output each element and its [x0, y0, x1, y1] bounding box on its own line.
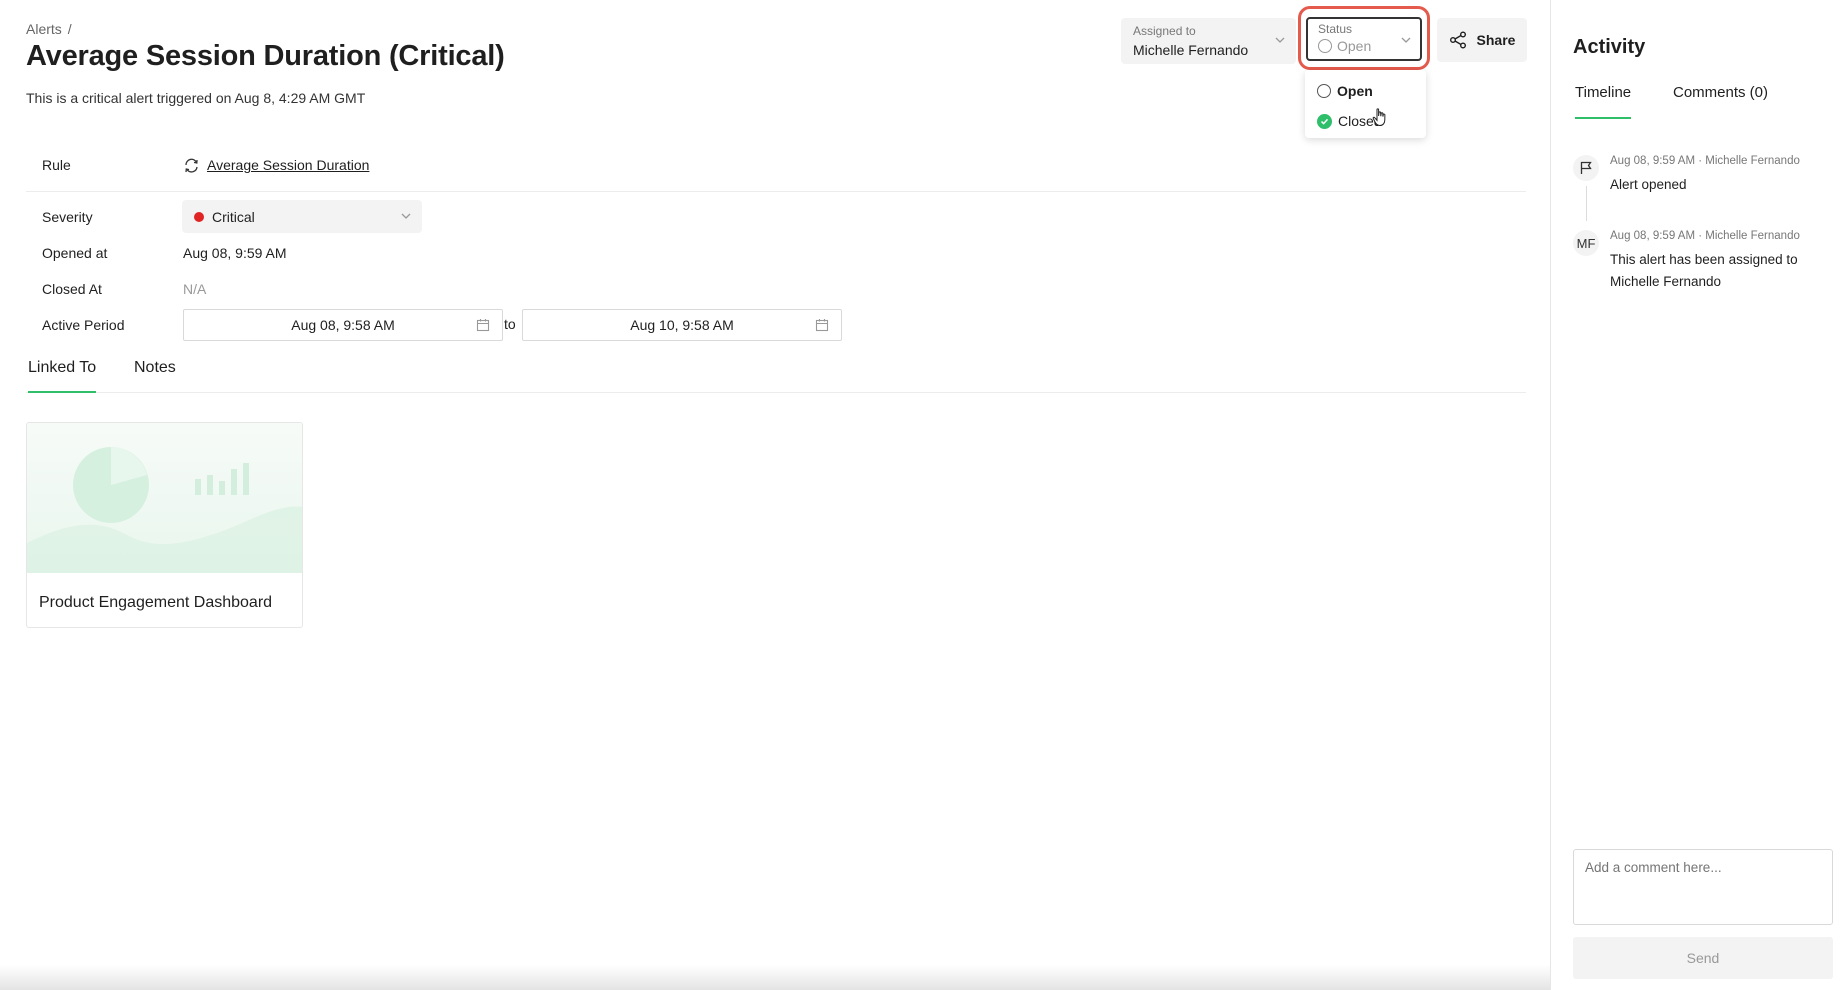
- send-button[interactable]: Send: [1573, 937, 1833, 979]
- critical-dot-icon: [194, 211, 204, 222]
- severity-select[interactable]: Critical: [182, 200, 422, 233]
- timeline-text: This alert has been assigned to Michelle…: [1610, 252, 1798, 289]
- chevron-down-icon: [1275, 37, 1285, 43]
- tab-comments[interactable]: Comments (0): [1673, 84, 1768, 101]
- status-value: Open: [1337, 38, 1372, 54]
- share-label: Share: [1476, 32, 1516, 48]
- hand-cursor-icon: [1372, 108, 1386, 127]
- timeline-text: Alert opened: [1610, 177, 1687, 192]
- timeline-connector: [1586, 186, 1587, 221]
- rule-link[interactable]: Average Session Duration: [207, 157, 369, 173]
- timeline-meta: Aug 08, 9:59 AM · Michelle Fernando: [1610, 155, 1800, 167]
- rule-row: Rule Average Session Duration: [26, 147, 1526, 183]
- status-option-open[interactable]: Open: [1305, 76, 1426, 106]
- start-date-value: Aug 08, 9:58 AM: [291, 317, 395, 333]
- comment-input[interactable]: [1573, 849, 1833, 925]
- status-dropdown-menu: Open Closed: [1305, 70, 1426, 138]
- opened-at-row: Opened at Aug 08, 9:59 AM: [26, 235, 1526, 271]
- status-option-label: Open: [1337, 83, 1373, 99]
- empty-circle-icon: [1318, 39, 1332, 53]
- active-period-label: Active Period: [42, 317, 125, 333]
- assigned-to-select[interactable]: Assigned to Michelle Fernando: [1121, 18, 1296, 64]
- alert-subtitle: This is a critical alert triggered on Au…: [26, 90, 366, 106]
- detail-tabs: Linked To Notes: [26, 355, 1526, 393]
- timeline-meta: Aug 08, 9:59 AM · Michelle Fernando: [1610, 230, 1800, 242]
- calendar-icon: [815, 319, 829, 332]
- closed-at-value: N/A: [183, 281, 207, 297]
- breadcrumb-separator: /: [67, 21, 72, 37]
- assigned-to-value: Michelle Fernando: [1133, 42, 1249, 58]
- flag-icon: [1573, 155, 1599, 181]
- activity-panel: Activity Timeline Comments (0) Aug 08, 9…: [1550, 0, 1847, 990]
- rule-label: Rule: [42, 157, 71, 173]
- chevron-down-icon: [1401, 37, 1411, 43]
- assigned-to-label: Assigned to: [1133, 24, 1196, 38]
- severity-value: Critical: [212, 208, 255, 225]
- status-select[interactable]: Status Open: [1306, 17, 1422, 61]
- avatar: MF: [1573, 230, 1599, 256]
- alert-detail-main: Alerts / Average Session Duration (Critic…: [0, 0, 1560, 990]
- green-check-circle-icon: [1317, 113, 1332, 129]
- activity-title: Activity: [1573, 36, 1646, 58]
- severity-label: Severity: [42, 209, 93, 225]
- calendar-icon: [476, 319, 490, 332]
- breadcrumb: Alerts /: [26, 21, 72, 37]
- share-button[interactable]: Share: [1437, 18, 1527, 62]
- breadcrumb-alerts-link[interactable]: Alerts: [26, 21, 62, 37]
- chevron-down-icon: [401, 213, 411, 219]
- tab-timeline[interactable]: Timeline: [1575, 84, 1632, 119]
- active-period-end-input[interactable]: Aug 10, 9:58 AM: [522, 309, 842, 341]
- rule-icon: [185, 158, 198, 173]
- status-option-closed[interactable]: Closed: [1305, 106, 1426, 136]
- divider: [26, 191, 1526, 192]
- opened-at-value: Aug 08, 9:59 AM: [183, 245, 287, 261]
- active-period-start-input[interactable]: Aug 08, 9:58 AM: [183, 309, 503, 341]
- status-label: Status: [1318, 22, 1353, 36]
- activity-tabs: Timeline Comments (0): [1573, 80, 1833, 120]
- bottom-shadow: [0, 965, 1550, 990]
- rule-value-wrap: Average Session Duration: [183, 157, 369, 174]
- dashboard-thumbnail-image: [27, 423, 302, 573]
- tab-notes[interactable]: Notes: [134, 359, 176, 377]
- share-icon: [1449, 31, 1466, 49]
- closed-at-row: Closed At N/A: [26, 271, 1526, 307]
- status-value-wrap: Open: [1318, 38, 1410, 54]
- empty-circle-icon: [1317, 84, 1331, 98]
- closed-at-label: Closed At: [42, 281, 102, 297]
- opened-at-label: Opened at: [42, 245, 108, 261]
- page-title: Average Session Duration (Critical): [26, 40, 505, 72]
- linked-dashboard-card[interactable]: Product Engagement Dashboard: [26, 422, 303, 628]
- to-label: to: [504, 316, 516, 332]
- end-date-value: Aug 10, 9:58 AM: [630, 317, 734, 333]
- dashboard-card-title: Product Engagement Dashboard: [39, 594, 273, 611]
- tab-linked-to[interactable]: Linked To: [28, 359, 97, 393]
